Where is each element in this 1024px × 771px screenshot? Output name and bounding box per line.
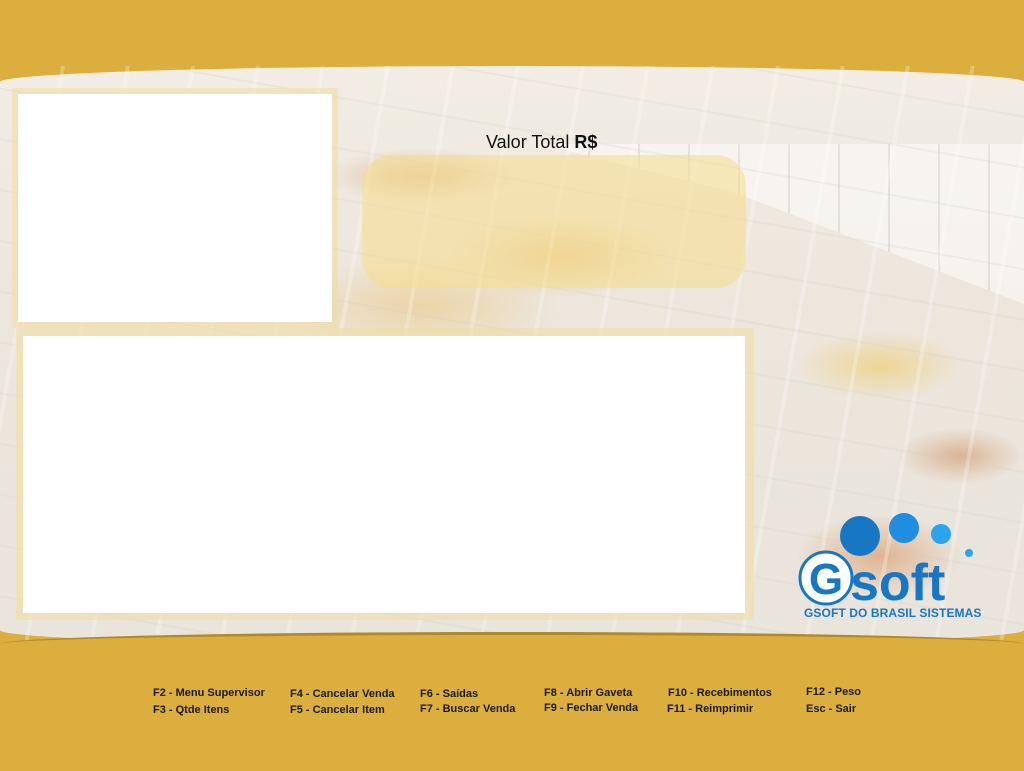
fkey-f5[interactable]: F5 - Cancelar Item [290,704,385,716]
function-keys-bar: F2 - Menu Supervisor F3 - Qtde Itens F4 … [0,686,1024,727]
product-image-panel [18,94,332,322]
logo-subtitle: GSOFT DO BRASIL SISTEMAS [804,606,982,620]
gsoft-logo: G soft GSOFT DO BRASIL SISTEMAS [798,510,981,622]
total-label: Valor Total R$ [486,132,597,153]
fkey-f3[interactable]: F3 - Qtde Itens [153,704,229,716]
fkey-f7[interactable]: F7 - Buscar Venda [420,703,515,715]
total-value-display [362,155,746,288]
fkey-f10[interactable]: F10 - Recebimentos [668,687,772,699]
total-label-text: Valor Total [486,132,570,152]
fkey-f2[interactable]: F2 - Menu Supervisor [153,687,265,699]
fkey-f8[interactable]: F8 - Abrir Gaveta [544,687,632,699]
total-currency: R$ [574,132,598,152]
svg-text:G: G [809,555,843,604]
fkey-esc[interactable]: Esc - Sair [806,703,856,715]
fkey-f9[interactable]: F9 - Fechar Venda [544,702,638,714]
fkey-f6[interactable]: F6 - Saídas [420,688,478,700]
gsoft-logo-mark: G soft [798,513,973,612]
fkey-f11[interactable]: F11 - Reimprimir [667,703,753,715]
fkey-f4[interactable]: F4 - Cancelar Venda [290,688,395,700]
svg-text:soft: soft [850,554,945,606]
items-list-panel[interactable] [23,336,745,613]
fkey-f12[interactable]: F12 - Peso [806,686,861,698]
